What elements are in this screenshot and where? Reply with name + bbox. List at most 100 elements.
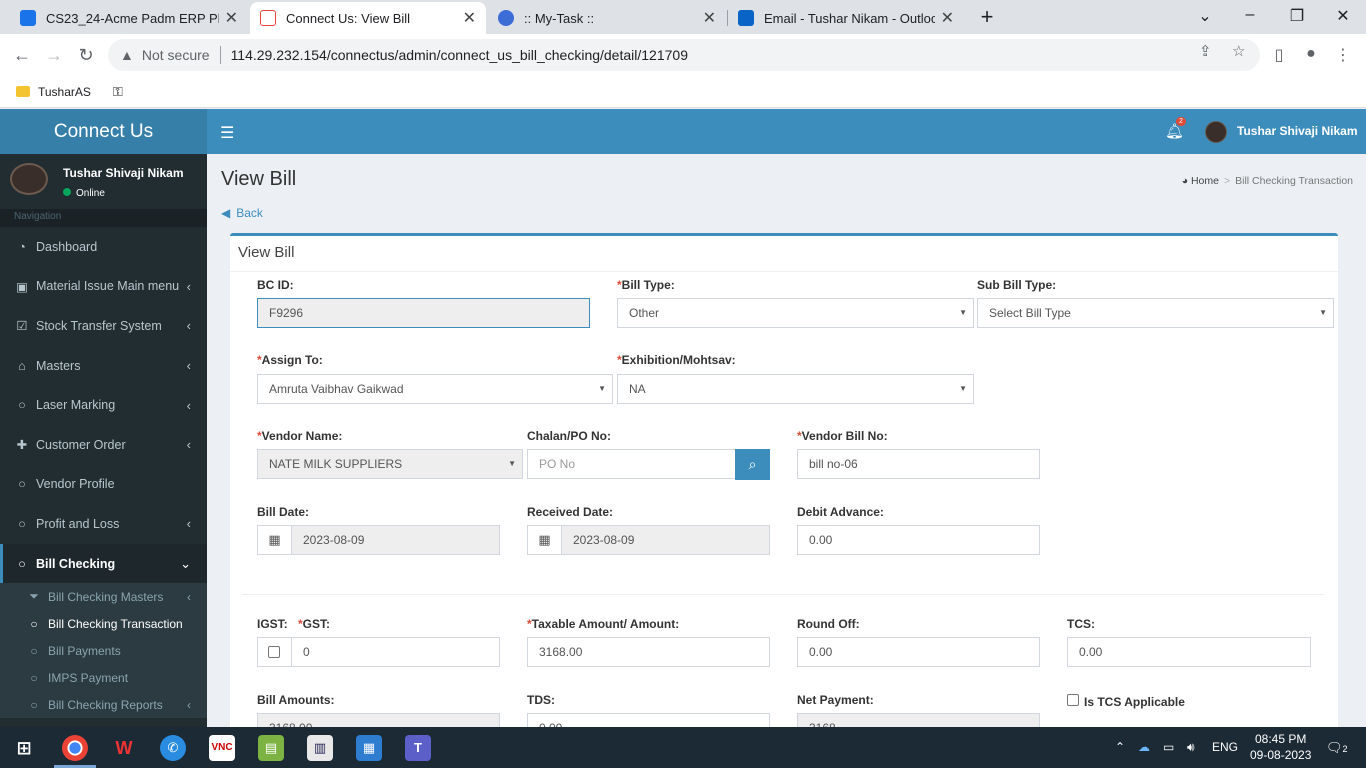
browser-tab-bar: CS23_24-Acme Padm ERP Platfor ✕ Connect …: [0, 0, 1366, 34]
bill-amounts-input[interactable]: 3168.00: [257, 713, 500, 727]
battery-icon[interactable]: ▭: [1163, 740, 1174, 754]
back-arrow-icon[interactable]: ←: [10, 43, 34, 67]
sidebar-item-label: Customer Order: [36, 437, 126, 452]
box-title: View Bill: [238, 244, 295, 261]
top-user-name[interactable]: Tushar Shivaji Nikam: [1237, 124, 1358, 138]
browser-tab-outlook[interactable]: Email - Tushar Nikam - Outlook ✕: [728, 2, 964, 34]
bookmark-star-icon[interactable]: ☆: [1232, 42, 1245, 60]
profile-icon[interactable]: ●: [1301, 45, 1321, 63]
outlook-favicon: [738, 10, 754, 26]
browser-tab-erp[interactable]: CS23_24-Acme Padm ERP Platfor ✕: [10, 2, 248, 34]
net-payment-label: Net Payment:: [797, 693, 874, 707]
calculator-icon[interactable]: ▦: [356, 735, 382, 761]
igst-checkbox[interactable]: [268, 646, 280, 658]
exhibition-select[interactable]: NA ▼: [617, 374, 974, 404]
tcs-input[interactable]: 0.00: [1067, 637, 1311, 667]
vnc-viewer-icon[interactable]: VNC: [209, 735, 235, 761]
window-close-icon[interactable]: ✕: [1331, 6, 1355, 26]
submenu-item-payments[interactable]: ○ Bill Payments: [0, 637, 207, 664]
submenu-item-reports[interactable]: ○ Bill Checking Reports ‹: [0, 691, 207, 718]
tcs-applicable-checkbox[interactable]: [1067, 694, 1079, 706]
bill-amounts-label: Bill Amounts:: [257, 693, 335, 707]
gst-input[interactable]: 0: [291, 637, 500, 667]
restore-icon[interactable]: ❐: [1285, 6, 1309, 26]
status-text: Online: [76, 188, 105, 199]
hamburger-menu-icon[interactable]: ☰: [220, 123, 234, 143]
language-indicator[interactable]: ENG: [1212, 740, 1238, 754]
chrome-icon[interactable]: [62, 735, 88, 761]
vendor-bill-input[interactable]: bill no-06: [797, 449, 1040, 479]
circle-icon: ○: [30, 697, 38, 712]
close-icon[interactable]: ✕: [463, 8, 476, 28]
calendar-icon[interactable]: ▦: [527, 525, 562, 555]
bill-date-input[interactable]: 2023-08-09: [291, 525, 500, 555]
sidebar-item-profit-loss[interactable]: ○ Profit and Loss ‹: [0, 504, 207, 544]
close-icon[interactable]: ✕: [703, 8, 716, 28]
app-logo[interactable]: Connect Us: [0, 109, 207, 154]
chevron-left-icon: ‹: [187, 589, 191, 604]
chalan-po-input[interactable]: PO No: [527, 449, 736, 479]
side-panel-icon[interactable]: ▯: [1269, 45, 1289, 65]
phone-icon[interactable]: ✆: [160, 735, 186, 761]
exchange-icon: ▣: [16, 279, 28, 294]
tds-input[interactable]: 0.00: [527, 713, 770, 727]
reload-icon[interactable]: ↻: [74, 43, 98, 67]
taxable-amount-input[interactable]: 3168.00: [527, 637, 770, 667]
bookmark-tusharas[interactable]: TusharAS: [38, 85, 91, 99]
submenu-item-masters[interactable]: ⏷ Bill Checking Masters ‹: [0, 583, 207, 610]
chevron-up-icon[interactable]: ⌃: [1115, 740, 1125, 754]
po-search-button[interactable]: ⌕: [735, 449, 770, 480]
forward-arrow-icon[interactable]: →: [42, 43, 66, 67]
avatar[interactable]: [1205, 121, 1227, 143]
top-navbar: ☰ 🔔︎ 2 Tushar Shivaji Nikam: [207, 109, 1366, 154]
notification-badge: 2: [1176, 117, 1186, 126]
minimize-icon[interactable]: –: [1238, 6, 1262, 24]
net-payment-input[interactable]: 3168: [797, 713, 1040, 727]
tab-search-chevron-icon[interactable]: ⌄: [1193, 6, 1217, 26]
close-icon[interactable]: ✕: [225, 8, 238, 28]
vendor-name-select[interactable]: NATE MILK SUPPLIERS ▼: [257, 449, 523, 479]
sidebar-item-customer-order[interactable]: ✚ Customer Order ‹: [0, 425, 207, 465]
sub-bill-type-select[interactable]: Select Bill Type ▼: [977, 298, 1334, 328]
chevron-left-icon: ‹: [186, 437, 191, 453]
network-drive-icon[interactable]: ▤: [258, 735, 284, 761]
cloud-icon[interactable]: ☁: [1138, 740, 1150, 754]
new-tab-button[interactable]: +: [973, 4, 1001, 32]
sidebar-item-laser-marking[interactable]: ○ Laser Marking ‹: [0, 385, 207, 425]
teams-icon[interactable]: T: [405, 735, 431, 761]
sidebar-item-stock-transfer[interactable]: ☑ Stock Transfer System ‹: [0, 306, 207, 346]
calendar-icon[interactable]: ▦: [257, 525, 292, 555]
sidebar-item-dashboard[interactable]: ◔ Dashboard: [0, 227, 207, 267]
bill-type-select[interactable]: Other ▼: [617, 298, 974, 328]
back-link[interactable]: ◀ Back: [221, 206, 263, 220]
sidebar-item-material-issue[interactable]: ▣ Material Issue Main menu ‹: [0, 267, 207, 307]
close-icon[interactable]: ✕: [941, 8, 954, 28]
remote-desktop-icon[interactable]: ▥: [307, 735, 333, 761]
chevron-down-icon: ⌄: [180, 555, 191, 571]
browser-tab-connect-us[interactable]: Connect Us: View Bill ✕: [250, 2, 486, 34]
debit-advance-input[interactable]: 0.00: [797, 525, 1040, 555]
sidebar-item-masters[interactable]: ⌂ Masters ‹: [0, 346, 207, 386]
wps-office-icon[interactable]: W: [111, 735, 137, 761]
connect-us-favicon: [260, 10, 276, 26]
volume-icon[interactable]: 🔊︎: [1187, 740, 1195, 755]
share-icon[interactable]: ⇪: [1199, 42, 1212, 60]
kebab-menu-icon[interactable]: ⋮: [1333, 45, 1353, 65]
windows-start-icon[interactable]: ⊞: [11, 735, 37, 761]
bc-id-field[interactable]: F9296: [257, 298, 590, 328]
submenu-item-transaction[interactable]: ○ Bill Checking Transaction: [0, 610, 207, 637]
warning-triangle-icon: ▲: [120, 47, 134, 63]
notification-center-icon[interactable]: 🗨︎2: [1326, 740, 1348, 756]
assign-to-select[interactable]: Amruta Vaibhav Gaikwad ▼: [257, 374, 613, 404]
key-icon[interactable]: ⚿: [113, 84, 123, 100]
circle-icon: ○: [18, 556, 26, 571]
round-off-input[interactable]: 0.00: [797, 637, 1040, 667]
submenu-item-imps[interactable]: ○ IMPS Payment: [0, 664, 207, 691]
system-clock[interactable]: 08:45 PM 09-08-2023: [1250, 731, 1311, 763]
received-date-input[interactable]: 2023-08-09: [561, 525, 770, 555]
breadcrumb-home[interactable]: Home: [1191, 175, 1219, 187]
address-bar[interactable]: ▲ Not secure 114.29.232.154/connectus/ad…: [108, 39, 1260, 71]
browser-tab-my-task[interactable]: :: My-Task :: ✕: [488, 2, 726, 34]
sidebar-item-bill-checking[interactable]: ○ Bill Checking ⌄: [0, 543, 207, 584]
sidebar-item-vendor-profile[interactable]: ○ Vendor Profile: [0, 465, 207, 505]
